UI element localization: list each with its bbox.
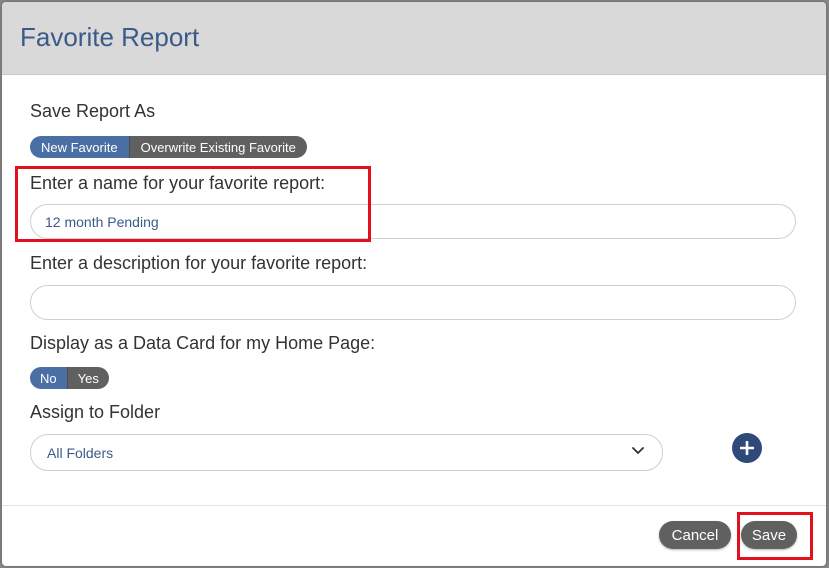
- save-as-toggle: New Favorite Overwrite Existing Favorite: [30, 136, 307, 158]
- name-field-label: Enter a name for your favorite report:: [30, 173, 326, 193]
- folder-select-value: All Folders: [47, 444, 114, 461]
- folder-select[interactable]: All Folders: [30, 434, 663, 471]
- save-as-label: Save Report As: [30, 101, 156, 121]
- dialog-title: Favorite Report: [20, 22, 200, 52]
- save-button[interactable]: Save: [741, 521, 797, 549]
- report-description-input[interactable]: [30, 285, 796, 320]
- favorite-report-dialog: Favorite Report Save Report As New Favor…: [2, 2, 826, 566]
- overwrite-existing-favorite-button[interactable]: Overwrite Existing Favorite: [128, 136, 307, 158]
- new-favorite-button[interactable]: New Favorite: [30, 136, 129, 158]
- folder-label: Assign to Folder: [30, 402, 161, 422]
- report-name-input[interactable]: [30, 204, 796, 239]
- dialog-header: Favorite Report: [2, 2, 826, 75]
- data-card-yes-button[interactable]: Yes: [66, 367, 109, 389]
- description-field-label: Enter a description for your favorite re…: [30, 253, 368, 273]
- data-card-toggle: No Yes: [30, 367, 109, 389]
- footer-divider: [2, 505, 826, 506]
- plus-icon: [740, 441, 754, 455]
- data-card-no-button[interactable]: No: [30, 367, 67, 389]
- chevron-down-icon: [630, 442, 646, 463]
- add-folder-button[interactable]: [732, 433, 762, 463]
- data-card-label: Display as a Data Card for my Home Page:: [30, 333, 376, 353]
- cancel-button[interactable]: Cancel: [659, 521, 731, 549]
